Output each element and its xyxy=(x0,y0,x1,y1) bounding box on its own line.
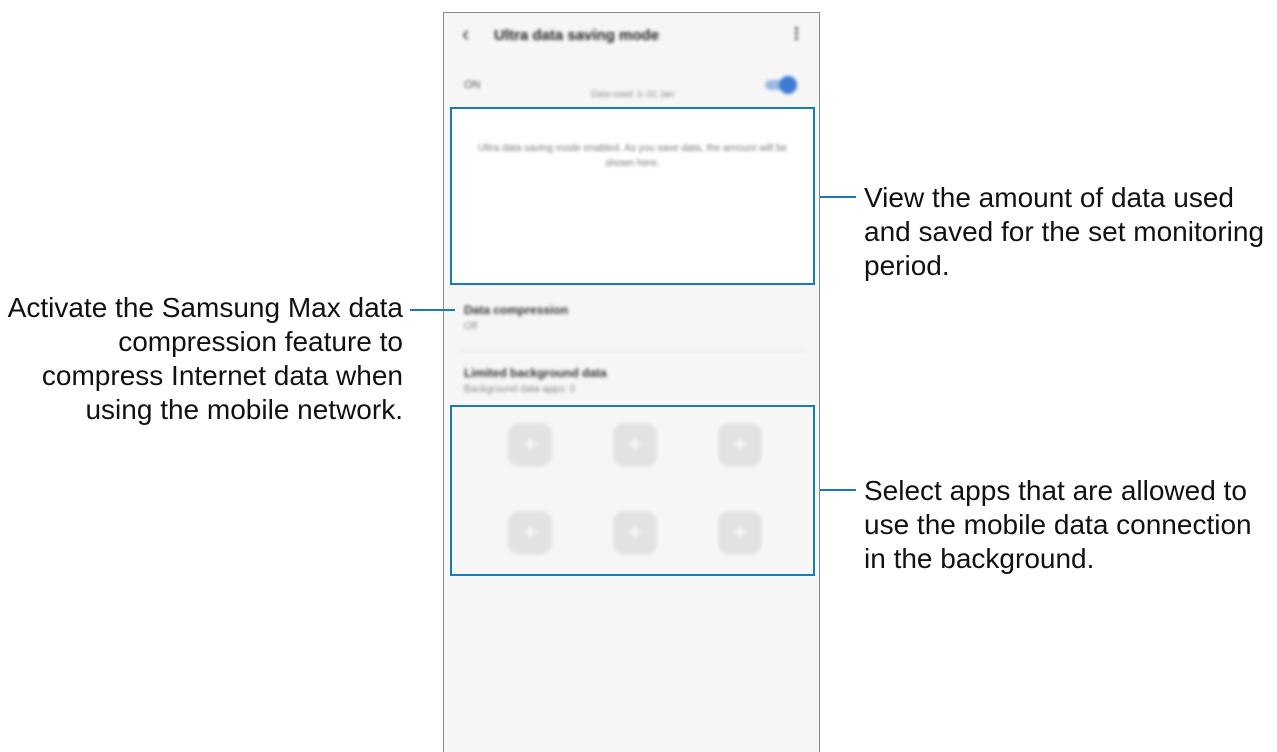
page-title: Ultra data saving mode xyxy=(494,27,660,44)
limited-background-setting[interactable]: Limited background data Background data … xyxy=(464,366,804,395)
data-compression-title: Data compression xyxy=(464,303,569,317)
add-app-button[interactable]: + xyxy=(613,423,657,467)
usage-message: Ultra data saving mode enabled. As you s… xyxy=(477,143,788,169)
limited-background-title: Limited background data xyxy=(464,366,607,380)
data-compression-setting[interactable]: Data compression Off xyxy=(464,303,804,332)
compression-callout-line: using the mobile network. xyxy=(85,394,403,425)
allowed-apps-panel: + + + + + + xyxy=(450,405,815,576)
phone-screen: ‹ Ultra data saving mode ON Data compres… xyxy=(443,12,820,752)
limited-background-subtitle: Background data apps: 0 xyxy=(464,384,576,395)
back-arrow-icon[interactable]: ‹ xyxy=(462,23,480,45)
usage-callout: View the amount of data used and saved f… xyxy=(864,181,1264,283)
compression-callout: Activate the Samsung Max data compressio… xyxy=(0,291,403,427)
compression-leader-line xyxy=(410,309,455,311)
compression-callout-line: Activate the Samsung Max data xyxy=(7,292,403,323)
compression-callout-line: compression feature to xyxy=(118,326,403,357)
data-usage-panel: Ultra data saving mode enabled. As you s… xyxy=(450,89,815,285)
usage-callout-line: View the amount of data used xyxy=(864,182,1234,213)
app-bar: ‹ Ultra data saving mode xyxy=(444,13,819,59)
data-compression-status: Off xyxy=(464,321,478,332)
divider xyxy=(460,350,805,351)
usage-callout-line: period. xyxy=(864,250,950,281)
usage-period: Data used: 1–31 Jan xyxy=(590,89,675,99)
add-app-button[interactable]: + xyxy=(718,423,762,467)
add-app-button[interactable]: + xyxy=(613,511,657,555)
apps-callout-line: Select apps that are allowed to xyxy=(864,475,1247,506)
add-app-button[interactable]: + xyxy=(508,511,552,555)
add-app-button[interactable]: + xyxy=(508,423,552,467)
apps-callout-line: use the mobile data connection xyxy=(864,509,1252,540)
apps-callout-line: in the background. xyxy=(864,543,1095,574)
add-app-button[interactable]: + xyxy=(718,511,762,555)
usage-callout-line: and saved for the set monitoring xyxy=(864,216,1265,247)
compression-callout-line: compress Internet data when xyxy=(41,360,403,391)
apps-leader-line xyxy=(820,489,856,491)
more-options-icon[interactable] xyxy=(793,25,799,45)
apps-callout: Select apps that are allowed to use the … xyxy=(864,474,1252,576)
usage-leader-line xyxy=(820,196,856,198)
